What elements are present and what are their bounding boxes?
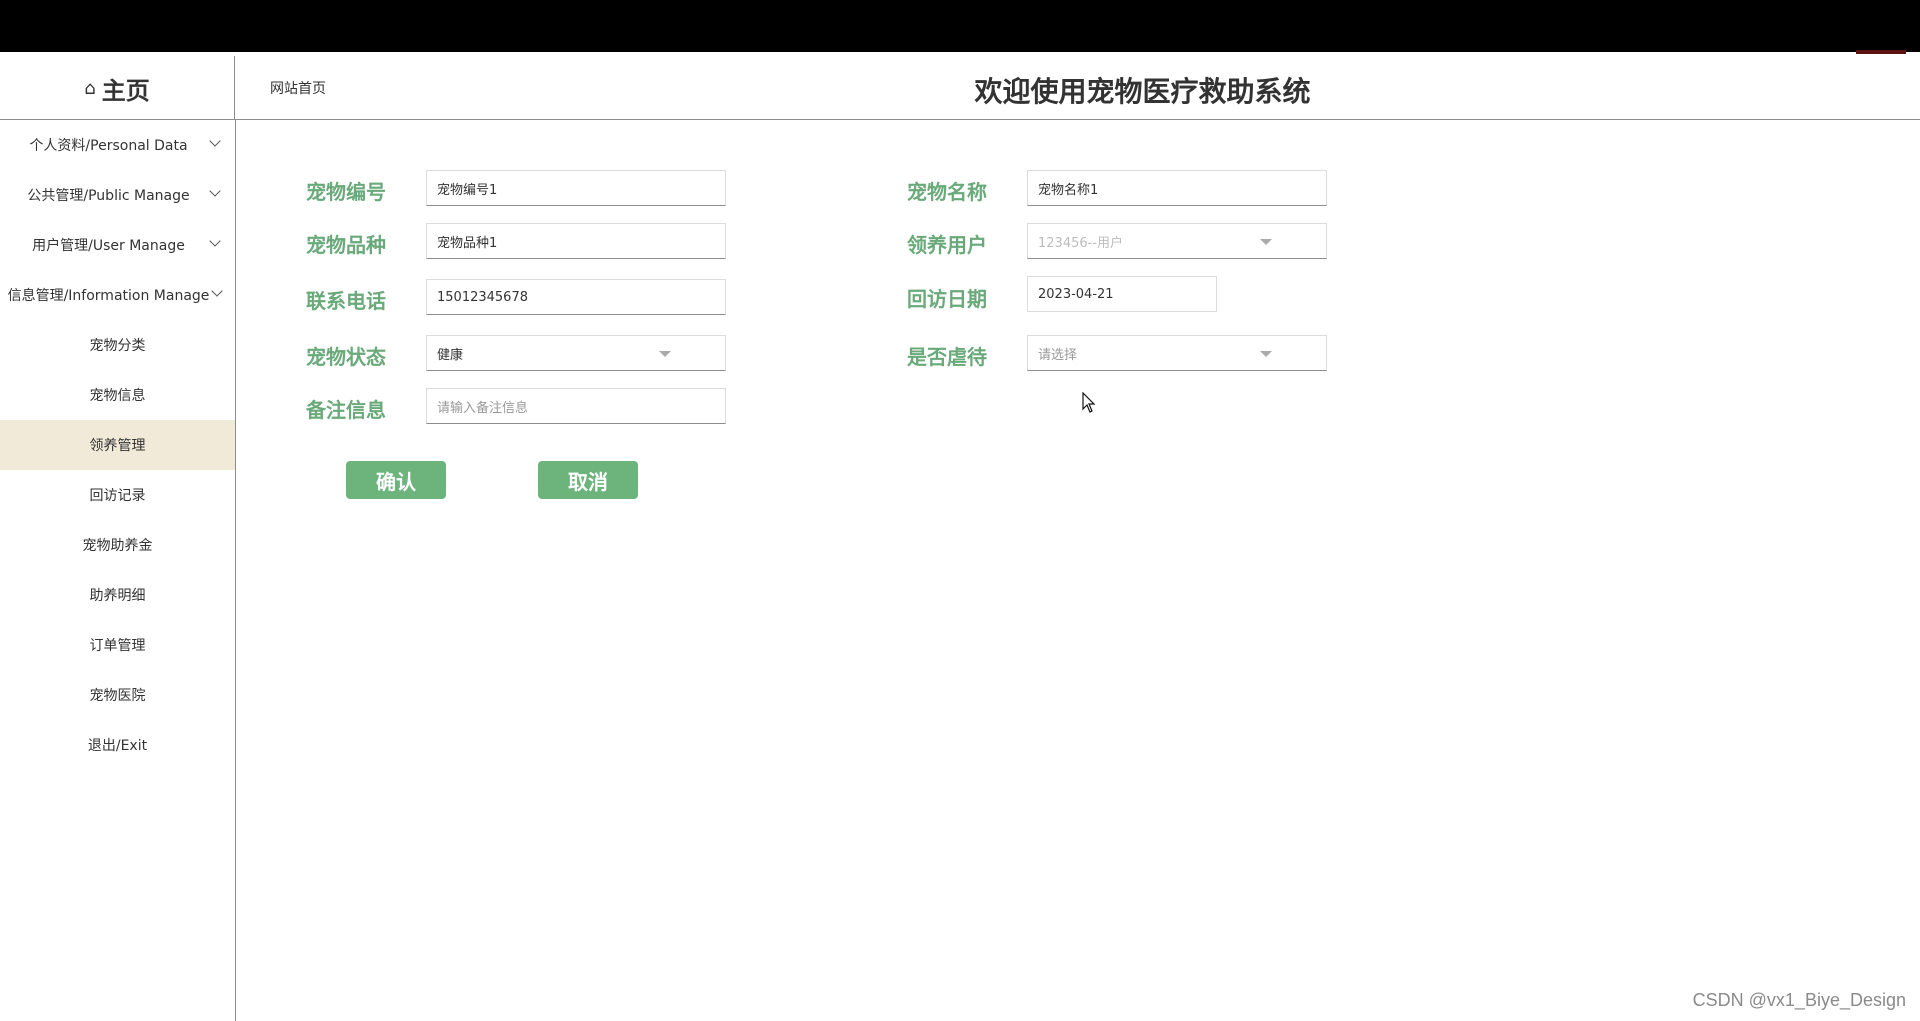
sidebar-item-label: 宠物医院 [89,688,146,704]
sidebar-item-label: 宠物信息 [89,388,146,404]
phone-label: 联系电话 [306,289,386,313]
sidebar-item-pet-info[interactable]: 宠物信息 [0,370,235,420]
sidebar-item-pet-hospital[interactable]: 宠物医院 [0,670,235,720]
sidebar-item-label: 公共管理/Public Manage [27,188,190,204]
sidebar-item-visit-records[interactable]: 回访记录 [0,470,235,520]
pet-name-label: 宠物名称 [907,180,987,204]
sidebar-item-adoption[interactable]: 领养管理 [0,420,235,470]
sidebar-item-information-manage[interactable]: 信息管理/Information Manage [0,270,235,320]
abused-select-placeholder: 请选择 [1038,347,1078,363]
sidebar-item-pet-category[interactable]: 宠物分类 [0,320,235,370]
pet-breed-label: 宠物品种 [306,233,386,257]
confirm-button[interactable]: 确认 [346,461,446,499]
remark-input[interactable]: 请输入备注信息 [426,388,726,424]
sidebar-item-label: 订单管理 [89,638,146,654]
home-label: 主页 [101,76,150,105]
remark-label: 备注信息 [306,398,386,422]
watermark: CSDN @vx1_Biye_Design [1692,990,1906,1010]
adopter-label: 领养用户 [907,233,987,257]
top-black-bar [0,0,1920,52]
abused-select[interactable]: 请选择 [1027,335,1327,371]
adopter-select[interactable]: 123456--用户 [1027,223,1327,259]
sidebar-item-label: 宠物分类 [89,338,146,354]
sidebar-item-label: 领养管理 [89,438,146,454]
mouse-cursor-icon [1082,391,1098,420]
page-title-text: 欢迎使用宠物医疗救助系统 [974,75,1311,108]
sidebar-item-personal-data[interactable]: 个人资料/Personal Data [0,120,235,170]
adopter-select-value: 123456--用户 [1038,235,1124,251]
sidebar-item-funding-details[interactable]: 助养明细 [0,570,235,620]
sidebar-item-orders[interactable]: 订单管理 [0,620,235,670]
abused-label: 是否虐待 [907,345,987,369]
visit-date-picker[interactable]: 2023-04-21 [1027,276,1217,312]
home-icon: ⌂ [84,77,96,99]
chevron-down-icon [209,185,221,197]
pet-status-select[interactable]: 健康 [426,335,726,371]
sidebar-item-pet-funding[interactable]: 宠物助养金 [0,520,235,570]
sidebar: 个人资料/Personal Data 公共管理/Public Manage 用户… [0,120,236,1021]
pet-no-input[interactable]: 宠物编号1 [426,170,726,206]
sidebar-item-label: 退出/Exit [87,738,148,754]
sidebar-item-label: 信息管理/Information Manage [7,288,210,304]
pet-no-label: 宠物编号 [306,180,386,204]
sidebar-item-public-manage[interactable]: 公共管理/Public Manage [0,170,235,220]
chevron-down-icon [211,285,223,297]
pet-breed-input[interactable]: 宠物品种1 [426,223,726,259]
sidebar-item-user-manage[interactable]: 用户管理/User Manage [0,220,235,270]
sidebar-item-label: 助养明细 [89,588,146,604]
visit-date-label: 回访日期 [907,287,987,311]
chevron-down-icon [209,135,221,147]
phone-input[interactable]: 15012345678 [426,279,726,315]
cancel-button[interactable]: 取消 [538,461,638,499]
header: ⌂ 主页 网站首页 欢迎使用宠物医疗救助系统 [0,56,1920,120]
sidebar-item-label: 回访记录 [89,488,146,504]
sidebar-item-label: 用户管理/User Manage [32,238,185,254]
sidebar-item-label: 个人资料/Personal Data [29,138,188,154]
pet-status-label: 宠物状态 [306,345,386,369]
sidebar-item-label: 宠物助养金 [82,538,153,554]
pet-status-select-value: 健康 [437,347,464,363]
sidebar-item-exit[interactable]: 退出/Exit [0,720,235,770]
page-title: 欢迎使用宠物医疗救助系统 [235,70,1920,110]
home-link[interactable]: ⌂ 主页 [0,56,235,120]
caret-down-icon [1260,351,1272,357]
pet-name-input[interactable]: 宠物名称1 [1027,170,1327,206]
top-bar-accent [1856,50,1906,54]
caret-down-icon [1260,239,1272,245]
chevron-down-icon [209,235,221,247]
adoption-form: 宠物编号 宠物编号1 宠物名称 宠物名称1 宠物品种 宠物品种1 领养用户 12… [236,120,1920,1021]
caret-down-icon [659,351,671,357]
